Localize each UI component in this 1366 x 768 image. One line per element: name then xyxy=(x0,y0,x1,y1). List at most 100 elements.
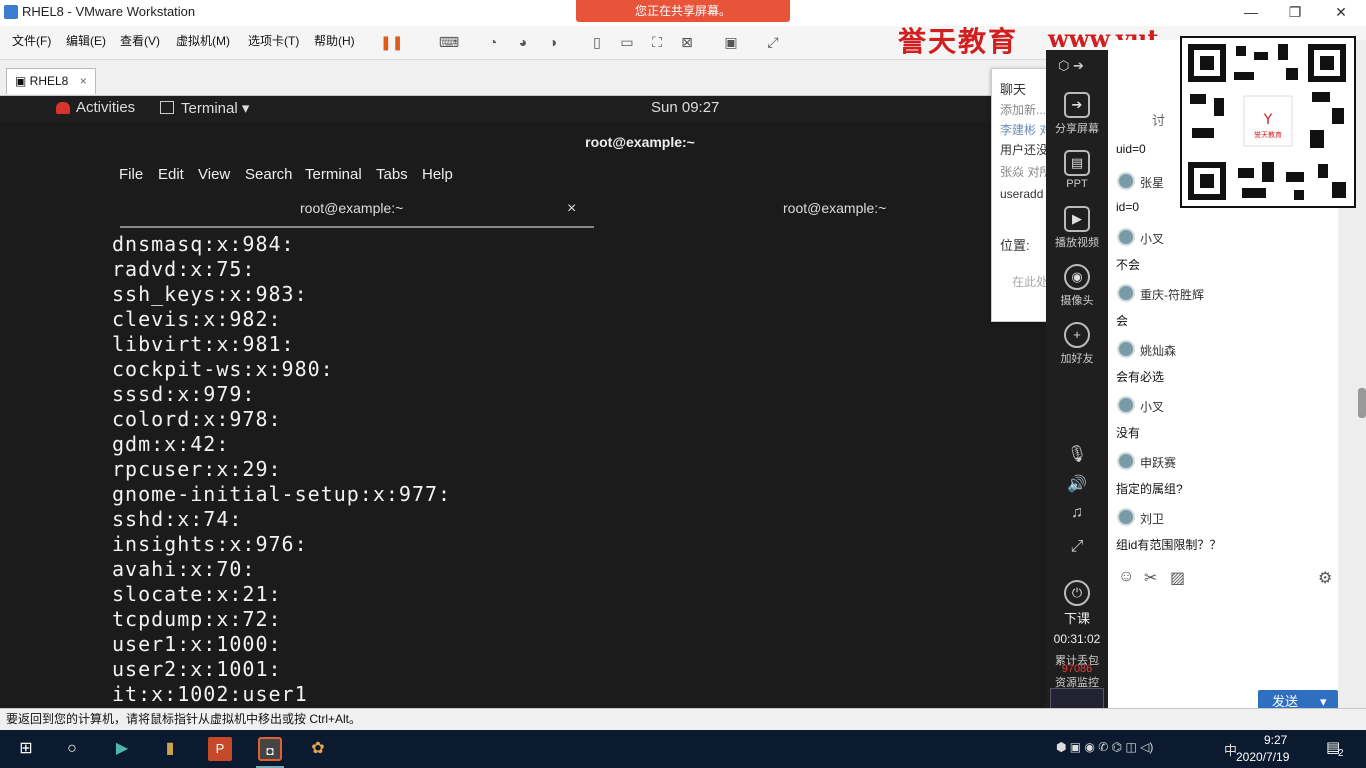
chat-sender-name[interactable]: 申跃赛 xyxy=(1140,454,1176,471)
term-menu-edit[interactable]: Edit xyxy=(158,166,184,183)
term-menu-file[interactable]: File xyxy=(119,166,143,183)
paint-icon[interactable]: ✿ xyxy=(306,737,330,761)
speaker-icon[interactable]: 🔊 xyxy=(1048,474,1106,494)
chat-sender-name[interactable]: 小叉 xyxy=(1140,230,1164,247)
activities-button[interactable]: Activities xyxy=(76,99,135,116)
redhat-icon xyxy=(56,102,70,114)
term-menu-view[interactable]: View xyxy=(198,166,230,183)
cortana-icon[interactable]: ○ xyxy=(60,737,84,761)
end-class-button[interactable]: ⏻ 下课 xyxy=(1048,580,1106,627)
scrollbar-thumb[interactable] xyxy=(1358,388,1366,418)
terminal-line: libvirt:x:981: xyxy=(112,332,295,356)
chat-avatar[interactable] xyxy=(1117,396,1135,414)
location-input[interactable]: 在此处 xyxy=(1012,273,1048,290)
music-icon[interactable]: ♫ xyxy=(1048,504,1106,522)
chat-avatar[interactable] xyxy=(1117,340,1135,358)
menu-vm[interactable]: 虚拟机(M) xyxy=(176,32,230,49)
terminal-tab-1[interactable]: root@example:~ xyxy=(300,200,403,216)
ppt-button[interactable]: ▤ PPT xyxy=(1048,150,1106,190)
play-video-label: 播放视频 xyxy=(1055,237,1099,249)
term-menu-search[interactable]: Search xyxy=(245,166,293,183)
terminal-line: ssh_keys:x:983: xyxy=(112,282,308,306)
expand-icon[interactable]: ⤢ xyxy=(1048,538,1106,556)
settings-gear-icon[interactable]: ⚙ xyxy=(1318,568,1332,588)
term-menu-tabs[interactable]: Tabs xyxy=(376,166,408,183)
chat-avatar[interactable] xyxy=(1117,508,1135,526)
terminal-app-icon xyxy=(160,101,174,114)
chat-avatar[interactable] xyxy=(1117,228,1135,246)
chat-message-text: 会有必选 xyxy=(1116,370,1165,384)
play-icon: ▶ xyxy=(1064,206,1090,232)
vm-tab-close-icon[interactable]: × xyxy=(80,74,87,88)
chat-message-text: 组id有范围限制？？ xyxy=(1116,538,1222,552)
unity-icon[interactable]: ⊠ xyxy=(676,31,698,53)
vmware-logo-icon xyxy=(4,5,18,19)
screenshot-icon[interactable]: ✂ xyxy=(1144,568,1157,588)
terminal-tab-2[interactable]: root@example:~ xyxy=(783,200,886,216)
menu-help[interactable]: 帮助(H) xyxy=(314,32,355,49)
chat-avatar[interactable] xyxy=(1117,284,1135,302)
terminal-line: sshd:x:74: xyxy=(112,507,243,531)
start-windows-icon[interactable]: ⊞ xyxy=(14,737,38,761)
powerpoint-icon[interactable]: P xyxy=(208,737,232,761)
chat-avatar[interactable] xyxy=(1117,172,1135,190)
stretch-icon[interactable]: ⤢ xyxy=(762,31,784,53)
revert-snapshot-icon[interactable]: ◕ xyxy=(512,31,534,53)
brand-name: 誉天教育 xyxy=(898,25,1019,58)
svg-text:Y: Y xyxy=(1263,112,1273,128)
camera-button[interactable]: ◉ 摄像头 xyxy=(1048,264,1106,308)
share-icon: ➔ xyxy=(1064,92,1090,118)
terminal-output[interactable]: dnsmasq:x:984: radvd:x:75: ssh_keys:x:983:… xyxy=(112,232,912,707)
thumbnail-view-icon[interactable]: ▭ xyxy=(616,31,638,53)
snapshot-manager-icon[interactable]: ◑ xyxy=(542,31,564,53)
send-options-chevron-icon[interactable]: ▾ xyxy=(1320,694,1327,709)
send-keys-icon[interactable]: ⌨ xyxy=(438,31,460,53)
gnome-top-bar xyxy=(0,96,1050,122)
pause-icon[interactable]: ❚❚ xyxy=(380,31,403,53)
vmware-taskbar-icon[interactable]: ◘ xyxy=(258,737,282,761)
chat-sender-name[interactable]: 张星 xyxy=(1140,174,1164,191)
microphone-icon[interactable]: 🎙 xyxy=(1048,444,1106,464)
console-icon[interactable]: ▣ xyxy=(720,31,742,53)
minimize-icon[interactable]: — xyxy=(1240,2,1262,22)
term-menu-terminal[interactable]: Terminal xyxy=(305,166,362,183)
menu-view[interactable]: 查看(V) xyxy=(120,32,160,49)
vmware-status-bar: 要返回到您的计算机，请将鼠标指针从虚拟机中移出或按 Ctrl+Alt。 xyxy=(0,708,1366,730)
taskbar-date[interactable]: 2020/7/19 xyxy=(1236,750,1289,764)
chat-sender-name[interactable]: 小叉 xyxy=(1140,398,1164,415)
app-menu[interactable]: Terminal ▾ xyxy=(181,99,249,117)
term-menu-help[interactable]: Help xyxy=(422,166,453,183)
taskbar-time[interactable]: 9:27 xyxy=(1264,733,1287,747)
chat-message-text: 不会 xyxy=(1116,258,1141,272)
menu-file[interactable]: 文件(F) xyxy=(12,32,51,49)
chat-popup-line: 李建彬 对 xyxy=(1000,123,1049,137)
chat-sender-name[interactable]: 姚灿森 xyxy=(1140,342,1176,359)
play-video-button[interactable]: ▶ 播放视频 xyxy=(1048,206,1106,250)
terminal-line: insights:x:976: xyxy=(112,532,308,556)
qr-logo-label: 誉天教育 xyxy=(1254,132,1282,139)
terminal-line: gdm:x:42: xyxy=(112,432,230,456)
tray-icons[interactable]: ⬢ ▣ ◉ ✆ ⌬ ◫ ◁) xyxy=(1056,740,1153,754)
add-friend-button[interactable]: + 加好友 xyxy=(1048,322,1106,366)
maximize-icon[interactable]: ❐ xyxy=(1284,2,1306,22)
share-screen-button[interactable]: ➔ 分享屏幕 xyxy=(1048,92,1106,136)
fullscreen-icon[interactable]: ⛶ xyxy=(646,31,668,53)
gnome-clock[interactable]: Sun 09:27 xyxy=(651,99,719,116)
chat-avatar[interactable] xyxy=(1117,452,1135,470)
sidebar-view-icon[interactable]: ▯ xyxy=(586,31,608,53)
image-icon[interactable]: ▨ xyxy=(1170,568,1185,588)
vm-tab-rhel8[interactable]: ▣ RHEL8 × xyxy=(6,68,96,94)
app-file-icon[interactable]: ▮ xyxy=(158,737,182,761)
emoji-icon[interactable]: ☺ xyxy=(1118,568,1134,586)
chat-sender-name[interactable]: 重庆-符胜辉 xyxy=(1140,286,1204,303)
collapse-icon[interactable]: ⬡ ➔ xyxy=(1058,58,1084,74)
chat-popup-line: 添加新... xyxy=(1000,103,1047,117)
chat-sender-name[interactable]: 刘卫 xyxy=(1140,510,1164,527)
menu-tabs[interactable]: 选项卡(T) xyxy=(248,32,299,49)
chat-popup: 聊天 添加新... 李建彬 对 用户还没 张焱 对所 useradd 位置: 在… xyxy=(991,68,1049,322)
snapshot-icon[interactable]: ◔ xyxy=(482,31,504,53)
app-media-icon[interactable]: ▶ xyxy=(110,737,134,761)
menu-edit[interactable]: 编辑(E) xyxy=(66,32,106,49)
close-icon[interactable]: ✕ xyxy=(1330,2,1352,22)
terminal-tab-close-icon[interactable]: × xyxy=(567,200,576,218)
